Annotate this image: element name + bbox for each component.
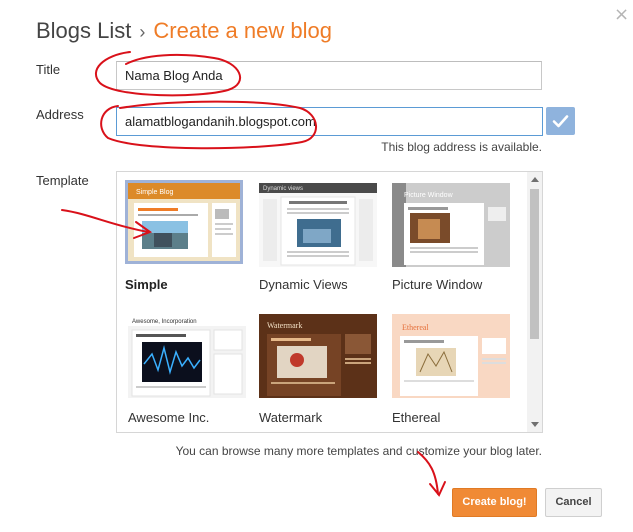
- ethereal-thumb-title: Ethereal: [402, 323, 429, 332]
- awesome-thumb-title: Awesome, Incorporation: [132, 319, 197, 325]
- template-watermark-label: Watermark: [259, 410, 323, 425]
- template-ethereal-thumbnail: Ethereal: [392, 314, 510, 398]
- browse-templates-note: You can browse many more templates and c…: [175, 444, 542, 458]
- address-check-button[interactable]: [546, 107, 575, 135]
- scroll-down-icon[interactable]: [531, 422, 539, 427]
- template-simple-label: Simple: [125, 277, 168, 292]
- template-watermark-thumbnail: Watermark: [259, 314, 377, 398]
- address-availability-text: This blog address is available.: [381, 140, 542, 154]
- template-awesome-inc-label: Awesome Inc.: [128, 410, 210, 425]
- breadcrumb: Blogs List › Create a new blog: [36, 18, 332, 44]
- address-label: Address: [36, 107, 84, 122]
- create-blog-button[interactable]: Create blog!: [452, 488, 537, 517]
- template-label: Template: [36, 173, 89, 188]
- address-input[interactable]: alamatblogandanih.blogspot.com: [116, 107, 543, 136]
- breadcrumb-blogs-list-link[interactable]: Blogs List: [36, 18, 131, 43]
- scroll-thumb[interactable]: [530, 189, 539, 339]
- annotation-arrow-create-line: [417, 451, 439, 495]
- dynamic-thumb-title: Dynamic views: [263, 186, 303, 192]
- close-icon[interactable]: ×: [614, 4, 629, 25]
- template-awesome-inc-thumbnail: Awesome, Incorporation: [128, 314, 246, 398]
- title-label: Title: [36, 62, 61, 77]
- template-scrollbar[interactable]: [527, 172, 542, 432]
- template-dynamic-views-label: Dynamic Views: [259, 277, 348, 292]
- template-picture-window-label: Picture Window: [392, 277, 483, 292]
- annotation-arrow-create-head: [429, 481, 446, 497]
- check-icon: [552, 115, 569, 128]
- scroll-up-icon[interactable]: [531, 177, 539, 182]
- template-picture-window-thumbnail: Picture Window: [392, 183, 510, 267]
- picture-thumb-title: Picture Window: [404, 192, 454, 199]
- page-title: Create a new blog: [153, 18, 332, 43]
- template-simple-thumbnail: Simple Blog: [125, 180, 243, 264]
- simple-thumb-title: Simple Blog: [136, 189, 173, 196]
- watermark-thumb-title: Watermark: [267, 321, 302, 330]
- title-input[interactable]: Nama Blog Anda: [116, 61, 542, 90]
- template-gallery: Simple Blog Simple Dynamic views Dynamic…: [116, 171, 543, 433]
- cancel-button[interactable]: Cancel: [545, 488, 602, 517]
- template-dynamic-views-thumbnail: Dynamic views: [259, 183, 377, 267]
- template-ethereal-label: Ethereal: [392, 410, 441, 425]
- breadcrumb-separator: ›: [139, 22, 146, 42]
